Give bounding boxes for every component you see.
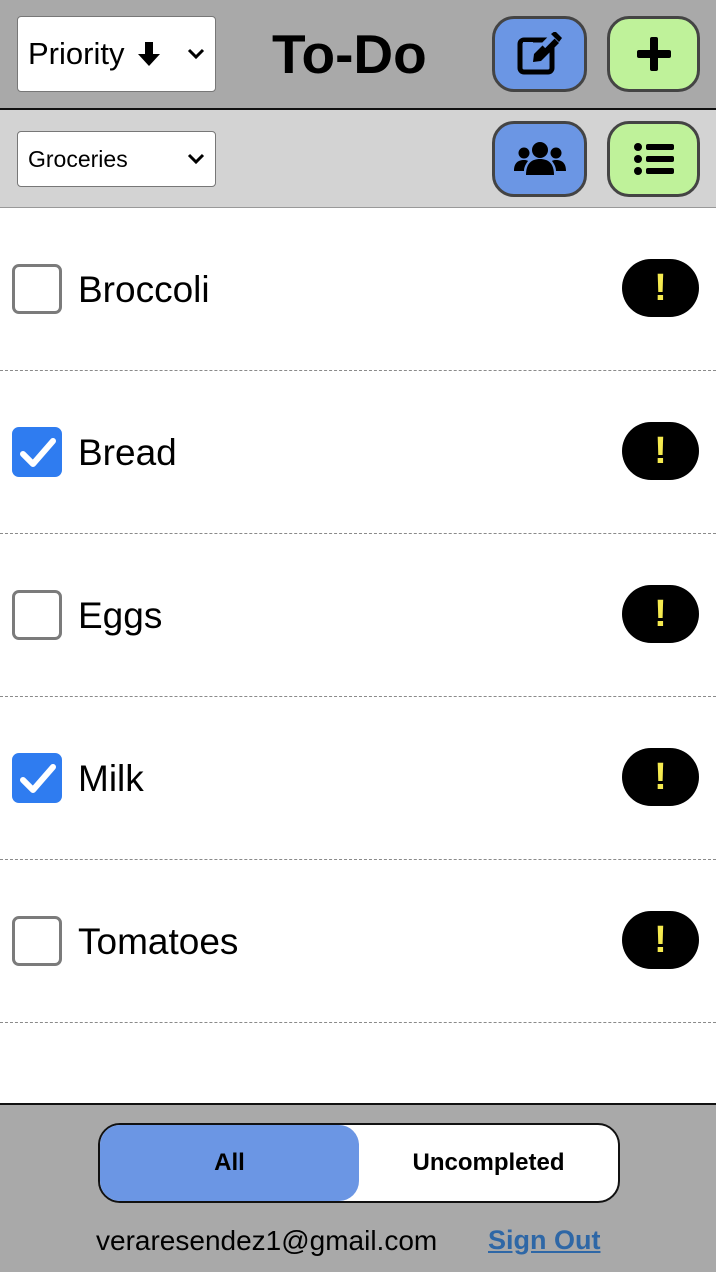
page-title: To-Do bbox=[272, 23, 427, 85]
priority-button[interactable]: ! bbox=[622, 422, 699, 480]
add-item-button[interactable] bbox=[607, 16, 700, 92]
list-item: Milk ! bbox=[0, 697, 716, 860]
filter-toggle: All Uncompleted bbox=[98, 1123, 620, 1203]
chevron-down-icon bbox=[187, 48, 205, 60]
edit-list-button[interactable] bbox=[492, 16, 587, 92]
filter-uncompleted-button[interactable]: Uncompleted bbox=[359, 1125, 618, 1201]
sign-out-link[interactable]: Sign Out bbox=[488, 1225, 600, 1256]
chevron-down-icon bbox=[187, 153, 205, 165]
app-header: Priority To-Do bbox=[0, 0, 716, 110]
edit-icon bbox=[517, 32, 562, 75]
list-item: Bread ! bbox=[0, 371, 716, 534]
users-icon bbox=[513, 142, 566, 175]
filter-all-button[interactable]: All bbox=[100, 1125, 359, 1201]
priority-button[interactable]: ! bbox=[622, 911, 699, 969]
item-label: Tomatoes bbox=[78, 921, 239, 962]
sort-select-label: Priority bbox=[28, 36, 125, 71]
item-checkbox[interactable] bbox=[12, 590, 62, 640]
list-item: Broccoli ! bbox=[0, 208, 716, 371]
plus-icon bbox=[636, 37, 671, 71]
arrow-down-icon bbox=[138, 42, 161, 66]
item-checkbox[interactable] bbox=[12, 264, 62, 314]
item-checkbox[interactable] bbox=[12, 427, 62, 477]
item-label: Bread bbox=[78, 432, 177, 473]
priority-mark: ! bbox=[654, 429, 667, 472]
priority-button[interactable]: ! bbox=[622, 259, 699, 317]
sort-select[interactable]: Priority bbox=[17, 16, 216, 92]
priority-mark: ! bbox=[654, 918, 667, 961]
item-label: Eggs bbox=[78, 595, 163, 636]
list-select[interactable]: Groceries bbox=[17, 131, 216, 187]
item-label: Milk bbox=[78, 758, 144, 799]
view-lists-button[interactable] bbox=[607, 121, 700, 197]
item-checkbox[interactable] bbox=[12, 916, 62, 966]
priority-mark: ! bbox=[654, 755, 667, 798]
item-label: Broccoli bbox=[78, 269, 210, 310]
user-email: veraresendez1@gmail.com bbox=[96, 1225, 438, 1256]
list-select-label: Groceries bbox=[28, 145, 128, 172]
priority-button[interactable]: ! bbox=[622, 585, 699, 643]
priority-mark: ! bbox=[654, 266, 667, 309]
priority-button[interactable]: ! bbox=[622, 748, 699, 806]
list-item: Tomatoes ! bbox=[0, 860, 716, 1023]
checkmark-icon bbox=[20, 764, 56, 793]
share-list-button[interactable] bbox=[492, 121, 587, 197]
item-checkbox[interactable] bbox=[12, 753, 62, 803]
list-item: Eggs ! bbox=[0, 534, 716, 697]
list-icon bbox=[633, 143, 674, 175]
checkmark-icon bbox=[20, 438, 56, 467]
priority-mark: ! bbox=[654, 592, 667, 635]
